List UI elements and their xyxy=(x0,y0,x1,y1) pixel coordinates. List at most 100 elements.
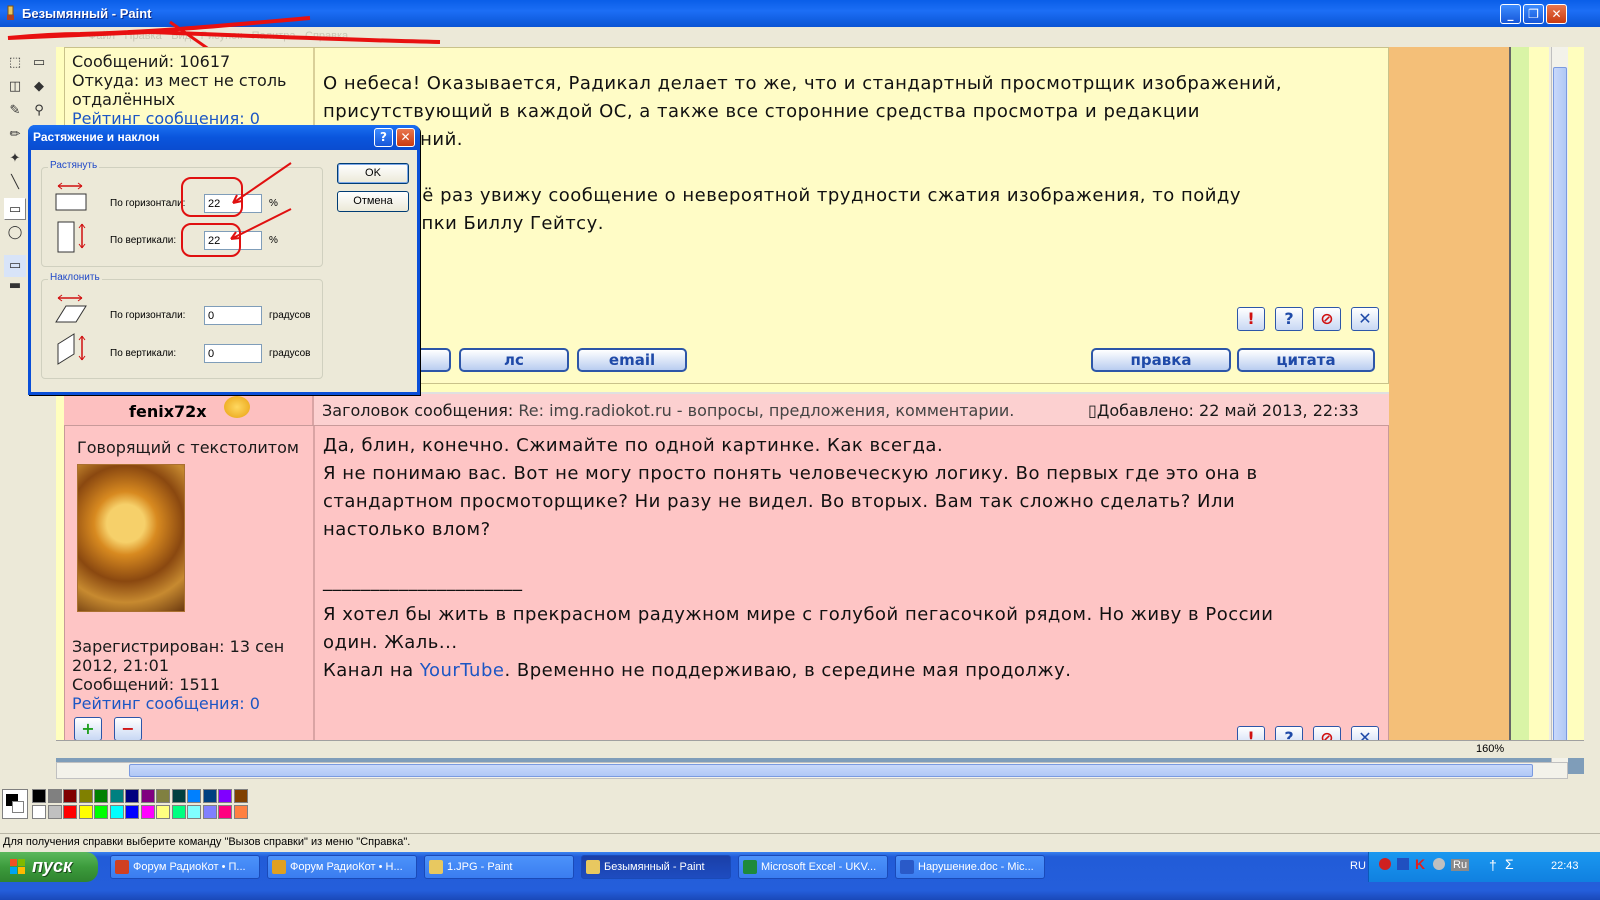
task-forum-1[interactable]: Форум РадиоКот • П... xyxy=(110,855,260,879)
palette-swatch[interactable] xyxy=(233,805,248,819)
post2-line-4: настолько влом? xyxy=(323,519,491,540)
menu-image[interactable]: Рисунок xyxy=(201,30,243,42)
task-paint-untitled[interactable]: Безымянный - Paint xyxy=(581,855,731,879)
clock: 22:43 xyxy=(1551,860,1579,872)
avatar xyxy=(77,464,185,612)
color-picker-icon[interactable]: ✎ xyxy=(4,100,26,122)
security-icon[interactable] xyxy=(1433,858,1445,870)
status-text: Для получения справки выберите команду "… xyxy=(3,836,411,848)
fill-bucket-icon[interactable]: ◆ xyxy=(28,76,50,98)
help-button[interactable]: ? xyxy=(374,128,393,147)
airbrush-icon[interactable]: ✦ xyxy=(4,148,26,170)
start-button[interactable]: пуск xyxy=(0,852,98,882)
menu-edit[interactable]: Правка xyxy=(125,30,162,42)
task-label: Форум РадиоКот • П... xyxy=(133,861,246,873)
palette-swatch[interactable] xyxy=(63,789,77,803)
palette-swatch[interactable] xyxy=(218,805,232,819)
palette-swatch[interactable] xyxy=(187,805,201,819)
signature-line-1: Я хотел бы жить в прекрасном радужном ми… xyxy=(323,604,1274,625)
network-icon[interactable] xyxy=(1397,858,1409,870)
palette-swatch[interactable] xyxy=(140,805,155,819)
task-label: Microsoft Excel - UKV... xyxy=(761,861,877,873)
close-window-button[interactable]: ✕ xyxy=(1546,4,1567,24)
menu-colors[interactable]: Палитра xyxy=(252,30,296,42)
stretch-vertical-icon xyxy=(57,221,86,253)
palette-swatch[interactable] xyxy=(32,805,46,819)
registered-value-1: 13 сен xyxy=(229,637,285,656)
antivirus-icon[interactable] xyxy=(1379,858,1391,870)
dialog-close-button[interactable]: ✕ xyxy=(396,128,415,147)
minimize-button[interactable]: _ xyxy=(1500,4,1521,24)
rect-select-icon[interactable]: ▭ xyxy=(28,52,50,74)
tray-language[interactable]: Ru xyxy=(1451,859,1470,871)
skew-v-input[interactable] xyxy=(204,344,262,363)
palette-swatch[interactable] xyxy=(218,789,232,803)
skew-h-input[interactable] xyxy=(204,306,262,325)
palette-swatch[interactable] xyxy=(171,805,186,819)
magnifier-icon[interactable]: ⚲ xyxy=(28,100,50,122)
palette-swatch[interactable] xyxy=(78,789,93,803)
task-excel[interactable]: Microsoft Excel - UKV... xyxy=(738,855,888,879)
rectangle-icon[interactable]: ▭ xyxy=(4,198,26,220)
menu-file[interactable]: Файл xyxy=(88,30,115,42)
palette-swatch[interactable] xyxy=(202,789,217,803)
palette-swatch[interactable] xyxy=(125,805,139,819)
tray-tool-icon[interactable]: † xyxy=(1489,857,1497,873)
menu-view[interactable]: Вид xyxy=(171,30,191,42)
added-value: 22 май 2013, 22:33 xyxy=(1199,401,1359,420)
task-word[interactable]: Нарушение.doc - Mic... xyxy=(895,855,1045,879)
fill-style-filled-icon[interactable]: ▬ xyxy=(4,275,26,297)
palette-swatch[interactable] xyxy=(47,805,62,819)
maximize-button[interactable]: ❐ xyxy=(1523,4,1544,24)
palette-swatch[interactable] xyxy=(94,789,108,803)
menu-help[interactable]: Справка xyxy=(305,30,348,42)
palette-swatch[interactable] xyxy=(109,805,124,819)
edit-button: правка xyxy=(1091,348,1231,372)
ellipse-icon[interactable]: ◯ xyxy=(4,222,26,244)
cancel-button[interactable]: Отмена xyxy=(337,191,409,212)
palette-swatch[interactable] xyxy=(233,789,248,803)
pencil-icon[interactable]: ✏ xyxy=(4,124,26,146)
channel-prefix: Канал на xyxy=(323,660,420,681)
kaspersky-icon[interactable]: K xyxy=(1415,856,1425,872)
skew-v-degrees: градусов xyxy=(269,348,311,359)
task-label: Форум РадиоКот • Н... xyxy=(290,861,403,873)
palette-swatch[interactable] xyxy=(156,789,170,803)
palette-swatch[interactable] xyxy=(140,789,155,803)
post1-messages-value: 10617 xyxy=(179,52,231,71)
paint-icon xyxy=(586,860,600,874)
horizontal-scroll-thumb[interactable] xyxy=(129,764,1533,777)
zoom-level[interactable]: 160% xyxy=(1476,743,1504,755)
rating-minus-icon: − xyxy=(114,717,142,741)
line-icon[interactable]: ╲ xyxy=(4,172,26,194)
ban-icon: ⊘ xyxy=(1313,307,1341,331)
free-select-icon[interactable]: ⬚ xyxy=(4,52,26,74)
language-indicator[interactable]: RU xyxy=(1350,860,1366,872)
task-paint-1jpg[interactable]: 1.JPG - Paint xyxy=(424,855,574,879)
palette-swatch[interactable] xyxy=(94,805,108,819)
palette-swatch[interactable] xyxy=(202,805,217,819)
ok-button[interactable]: OK xyxy=(337,163,409,184)
eraser-icon[interactable]: ◫ xyxy=(4,76,26,98)
task-forum-2[interactable]: Форум РадиоКот • Н... xyxy=(267,855,417,879)
palette-swatch[interactable] xyxy=(187,789,201,803)
fill-style-outline-icon[interactable]: ▭ xyxy=(4,255,26,277)
palette-swatch[interactable] xyxy=(47,789,62,803)
vertical-scrollbar[interactable] xyxy=(1551,47,1568,762)
horizontal-scrollbar[interactable] xyxy=(56,762,1568,779)
palette-swatch[interactable] xyxy=(78,805,93,819)
registered-value-2: 2012, 21:01 xyxy=(72,656,169,675)
windows-flag-icon xyxy=(10,859,25,874)
palette-swatch[interactable] xyxy=(109,789,124,803)
sigma-icon[interactable]: Σ xyxy=(1505,856,1514,872)
current-colors[interactable] xyxy=(2,789,28,819)
vertical-scroll-thumb[interactable] xyxy=(1553,67,1567,742)
palette-swatch[interactable] xyxy=(171,789,186,803)
palette-swatch[interactable] xyxy=(32,789,46,803)
paint-app-icon xyxy=(7,5,14,20)
palette-swatch[interactable] xyxy=(156,805,170,819)
palette-swatch[interactable] xyxy=(63,805,77,819)
palette-swatch[interactable] xyxy=(125,789,139,803)
registered-label: Зарегистрирован: xyxy=(72,637,225,656)
system-tray: K Ru † Σ 22:43 xyxy=(1368,852,1600,882)
